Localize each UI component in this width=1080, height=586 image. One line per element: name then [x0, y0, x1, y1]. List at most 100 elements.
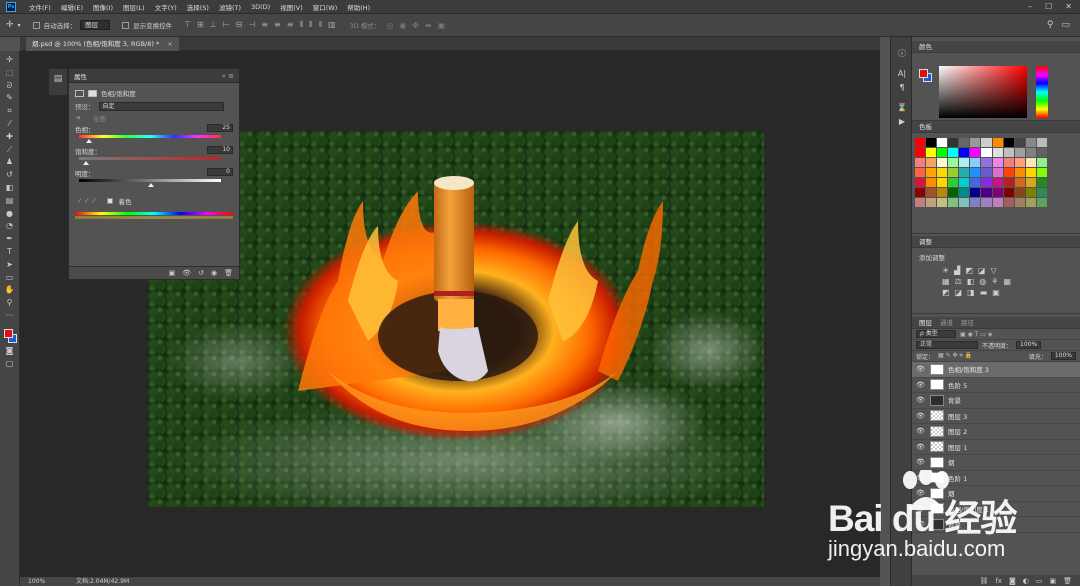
- show-transform-checkbox[interactable]: [122, 21, 130, 29]
- color-swatch[interactable]: [926, 138, 937, 147]
- zoom-tool-icon[interactable]: ⚲: [3, 297, 17, 309]
- clone-stamp-tool-icon[interactable]: ♟: [3, 156, 17, 168]
- paragraph-panel-icon[interactable]: ¶: [891, 81, 913, 95]
- layer-thumbnail[interactable]: [930, 425, 944, 437]
- color-swatch[interactable]: [915, 168, 926, 177]
- color-swatch[interactable]: [1003, 148, 1014, 157]
- color-swatch[interactable]: [915, 138, 926, 147]
- blur-tool-icon[interactable]: ●: [3, 208, 17, 220]
- color-hue-bar[interactable]: [1036, 66, 1048, 118]
- color-swatch[interactable]: [959, 188, 970, 197]
- channel-dropdown[interactable]: 全图: [93, 113, 106, 123]
- color-swatch[interactable]: [948, 158, 959, 167]
- eyedropper-icon[interactable]: ⁄: [79, 197, 80, 205]
- color-swatch[interactable]: [937, 158, 948, 167]
- hue-saturation-icon[interactable]: ▦: [942, 277, 950, 286]
- new-adjustment-icon[interactable]: ◐: [1023, 577, 1029, 585]
- lasso-tool-icon[interactable]: ᘐ: [3, 80, 17, 92]
- layer-name[interactable]: 背景: [948, 395, 961, 405]
- color-swatch[interactable]: [981, 198, 992, 207]
- layer-thumbnail[interactable]: [930, 363, 944, 375]
- distribute-hcenter-icon[interactable]: ⦀: [309, 20, 313, 30]
- properties-titlebar[interactable]: 属性 « ≡: [69, 69, 239, 83]
- hue-value-field[interactable]: 25: [207, 124, 233, 132]
- lightness-slider-thumb[interactable]: [148, 183, 154, 187]
- character-panel-icon[interactable]: A|: [891, 67, 913, 81]
- color-swatch[interactable]: [1003, 198, 1014, 207]
- color-swatch[interactable]: [959, 148, 970, 157]
- color-swatch[interactable]: [1036, 178, 1047, 187]
- fill-field[interactable]: 100%: [1050, 352, 1076, 360]
- color-swatch[interactable]: [959, 158, 970, 167]
- blend-mode-dropdown[interactable]: 正常: [916, 341, 978, 349]
- color-swatch[interactable]: [915, 158, 926, 167]
- layer-row[interactable]: 👁 烟: [912, 455, 1080, 471]
- eyedropper-tool-icon[interactable]: ⁄: [3, 118, 17, 130]
- align-left-icon[interactable]: ⊢: [223, 20, 230, 30]
- color-field[interactable]: [939, 66, 1027, 118]
- roll-3d-icon[interactable]: ◉: [399, 21, 406, 30]
- color-swatch[interactable]: [1003, 178, 1014, 187]
- type-tool-icon[interactable]: T: [3, 246, 17, 258]
- lock-icons[interactable]: ▦ ✎ ✥ ⌗ 🔒: [938, 352, 972, 360]
- layer-row[interactable]: 👁 图层 3: [912, 409, 1080, 424]
- filter-icons[interactable]: ▣ ◉ T ▭ ◈: [960, 331, 992, 338]
- layer-row[interactable]: 👁 背景: [912, 393, 1080, 409]
- color-swatch[interactable]: [1036, 188, 1047, 197]
- distribute-bottom-icon[interactable]: ≡: [287, 20, 294, 30]
- layer-name[interactable]: 图层 2: [948, 426, 967, 436]
- color-swatch[interactable]: [1014, 138, 1025, 147]
- tool-preset-arrow-icon[interactable]: ▾: [18, 22, 21, 29]
- layer-name[interactable]: 图层 3: [948, 411, 967, 421]
- curves-icon[interactable]: ◩: [965, 266, 973, 275]
- exposure-icon[interactable]: ◪: [978, 266, 986, 275]
- saturation-slider-thumb[interactable]: [83, 161, 90, 165]
- gradient-tool-icon[interactable]: ▤: [3, 195, 17, 207]
- more-tools-icon[interactable]: ···: [3, 310, 17, 322]
- properties-tab[interactable]: 属性: [74, 71, 87, 81]
- color-swatch[interactable]: [926, 148, 937, 157]
- color-swatch[interactable]: [1025, 178, 1036, 187]
- menu-image[interactable]: 图像(I): [88, 2, 118, 12]
- color-swatch[interactable]: [992, 148, 1003, 157]
- color-swatch[interactable]: [926, 198, 937, 207]
- menu-edit[interactable]: 编辑(E): [56, 2, 88, 12]
- move-tool-icon[interactable]: ✛: [3, 54, 17, 66]
- marquee-tool-icon[interactable]: ⬚: [3, 67, 17, 79]
- search-icon[interactable]: ⚲: [1047, 20, 1054, 30]
- color-swatch[interactable]: [992, 138, 1003, 147]
- color-swatch[interactable]: [981, 148, 992, 157]
- color-swatch[interactable]: [1025, 198, 1036, 207]
- color-swatch[interactable]: [937, 138, 948, 147]
- color-swatch[interactable]: [992, 178, 1003, 187]
- color-swatch[interactable]: [970, 188, 981, 197]
- color-swatch[interactable]: [981, 178, 992, 187]
- gradient-map-icon[interactable]: ▬: [980, 288, 988, 297]
- color-swatch[interactable]: [926, 168, 937, 177]
- eye-icon[interactable]: 👁: [916, 458, 926, 466]
- eraser-tool-icon[interactable]: ◧: [3, 182, 17, 194]
- color-swatch[interactable]: [1025, 138, 1036, 147]
- layer-name[interactable]: 色阶 5: [948, 380, 967, 390]
- minimize-icon[interactable]: –: [1028, 2, 1032, 11]
- menu-type[interactable]: 文字(Y): [150, 2, 182, 12]
- auto-select-checkbox[interactable]: [32, 21, 40, 29]
- layer-name[interactable]: 色相/饱和度 3: [948, 364, 989, 374]
- hue-slider-thumb[interactable]: [86, 139, 93, 143]
- eyedropper-plus-icon[interactable]: ⁄: [86, 197, 87, 205]
- path-select-tool-icon[interactable]: ➤: [3, 259, 17, 271]
- color-swatch[interactable]: [970, 178, 981, 187]
- menu-select[interactable]: 选择(S): [182, 2, 214, 12]
- tab-channels[interactable]: 通道: [940, 317, 953, 328]
- color-swatch[interactable]: [959, 168, 970, 177]
- threshold-icon[interactable]: ◨: [967, 288, 975, 297]
- color-swatch[interactable]: [915, 178, 926, 187]
- color-swatch[interactable]: [1014, 178, 1025, 187]
- delete-icon[interactable]: 🗑: [224, 269, 233, 277]
- color-panel-title[interactable]: 颜色: [912, 41, 1080, 53]
- color-balance-icon[interactable]: ⚖: [955, 277, 962, 286]
- color-swatch[interactable]: [992, 198, 1003, 207]
- color-swatch[interactable]: [1036, 148, 1047, 157]
- crop-tool-icon[interactable]: ⌗: [3, 105, 17, 117]
- link-layers-icon[interactable]: ⛓: [979, 577, 988, 585]
